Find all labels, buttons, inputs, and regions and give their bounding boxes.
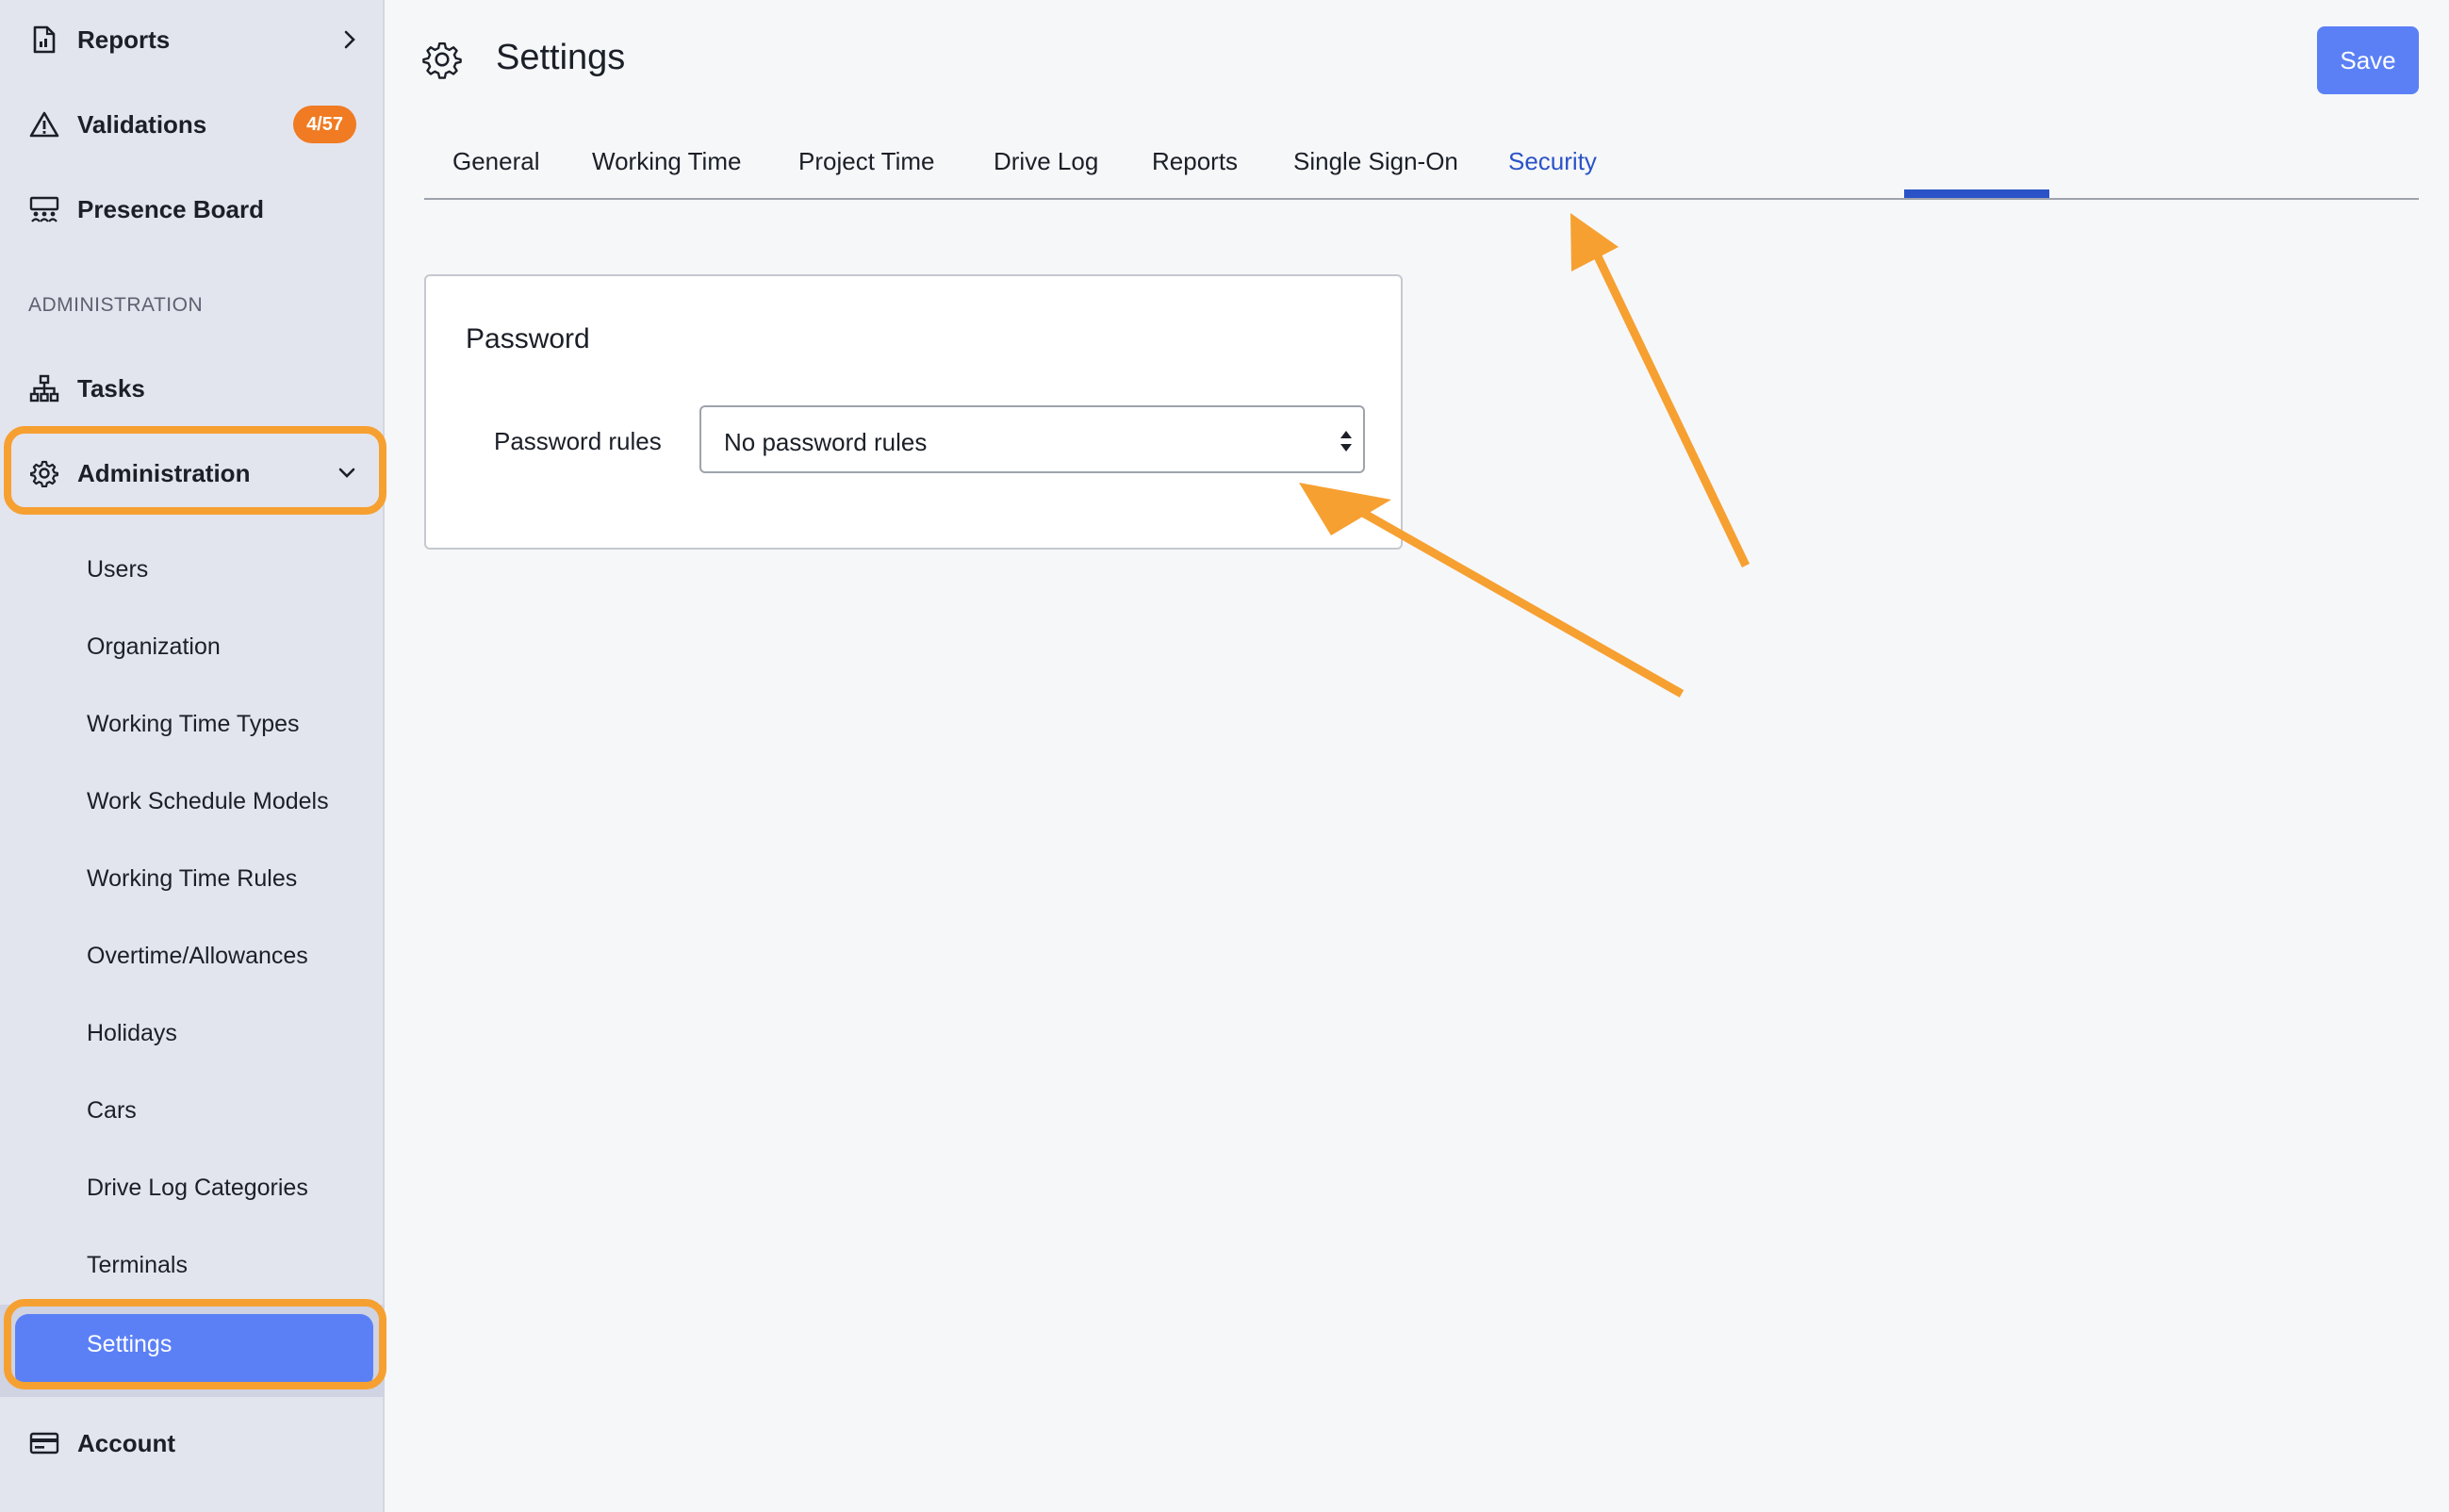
tab-project-time[interactable]: Project Time [798, 147, 935, 176]
page-title: Settings [496, 38, 626, 77]
sidebar-item-label: Work Schedule Models [87, 788, 329, 814]
sidebar-item-tasks[interactable]: Tasks [0, 346, 385, 431]
sidebar-item-users[interactable]: Users [0, 537, 385, 603]
sidebar-item-holidays[interactable]: Holidays [0, 1001, 385, 1067]
validation-count-badge: 4/57 [293, 106, 356, 143]
sidebar-item-presence-board[interactable]: Presence Board [0, 167, 385, 252]
sidebar-item-work-schedule-models[interactable]: Work Schedule Models [0, 769, 385, 835]
sidebar-item-overtime-allowances[interactable]: Overtime/Allowances [0, 924, 385, 990]
settings-annotation-highlight [4, 1299, 386, 1389]
password-rules-label: Password rules [494, 427, 662, 455]
select-arrows-icon [1339, 428, 1354, 454]
sidebar-item-label: Working Time Types [87, 711, 300, 737]
chevron-right-icon [343, 29, 356, 50]
sidebar-item-label: Presence Board [77, 194, 264, 223]
password-rules-selected-value: No password rules [724, 428, 928, 456]
sidebar-item-label: Validations [77, 109, 207, 139]
sidebar-item-label: Overtime/Allowances [87, 943, 308, 969]
sidebar-item-label: Reports [77, 25, 171, 54]
password-card-title: Password [466, 323, 590, 354]
hierarchy-icon [28, 372, 60, 404]
report-icon [28, 24, 60, 56]
tab-security[interactable]: Security [1508, 147, 1597, 176]
sidebar-item-label: Users [87, 556, 149, 583]
presence-board-icon [28, 193, 60, 225]
password-rules-select[interactable]: No password rules [699, 405, 1365, 473]
tab-single-sign-on[interactable]: Single Sign-On [1293, 147, 1458, 176]
sidebar-item-validations[interactable]: Validations 4/57 [0, 82, 385, 167]
sidebar-item-label: Tasks [77, 373, 145, 403]
sidebar-item-label: Drive Log Categories [87, 1175, 308, 1201]
administration-annotation-highlight [4, 426, 386, 515]
administration-section-header: ADMINISTRATION [28, 294, 204, 316]
tab-reports[interactable]: Reports [1152, 147, 1238, 176]
save-button[interactable]: Save [2317, 26, 2419, 94]
sidebar-item-label: Holidays [87, 1020, 177, 1046]
tab-drive-log[interactable]: Drive Log [994, 147, 1098, 176]
sidebar-item-drive-log-categories[interactable]: Drive Log Categories [0, 1156, 385, 1222]
sidebar-item-label: Account [77, 1428, 175, 1457]
sidebar-item-working-time-rules[interactable]: Working Time Rules [0, 846, 385, 912]
sidebar-item-organization[interactable]: Organization [0, 615, 385, 681]
warning-icon [28, 108, 60, 140]
credit-card-icon [28, 1427, 60, 1459]
active-tab-indicator [1904, 189, 2049, 198]
sidebar-item-terminals[interactable]: Terminals [0, 1233, 385, 1299]
sidebar-item-label: Terminals [87, 1252, 188, 1278]
arrow-to-security-tab [1570, 213, 1750, 567]
sidebar-item-cars[interactable]: Cars [0, 1078, 385, 1144]
settings-tabs: General Working Time Project Time Drive … [424, 132, 2419, 200]
password-card: Password Password rules No password rule… [424, 274, 1403, 550]
settings-gear-icon [422, 40, 462, 79]
tab-working-time[interactable]: Working Time [592, 147, 741, 176]
sidebar-item-working-time-types[interactable]: Working Time Types [0, 692, 385, 758]
tab-general[interactable]: General [452, 147, 540, 176]
sidebar-item-label: Working Time Rules [87, 865, 298, 892]
sidebar-item-label: Organization [87, 633, 221, 660]
sidebar: Reports Validations 4/57 Presence Board … [0, 0, 386, 1512]
sidebar-item-account[interactable]: Account [0, 1401, 385, 1486]
sidebar-item-reports[interactable]: Reports [0, 0, 385, 82]
sidebar-item-label: Cars [87, 1097, 137, 1124]
